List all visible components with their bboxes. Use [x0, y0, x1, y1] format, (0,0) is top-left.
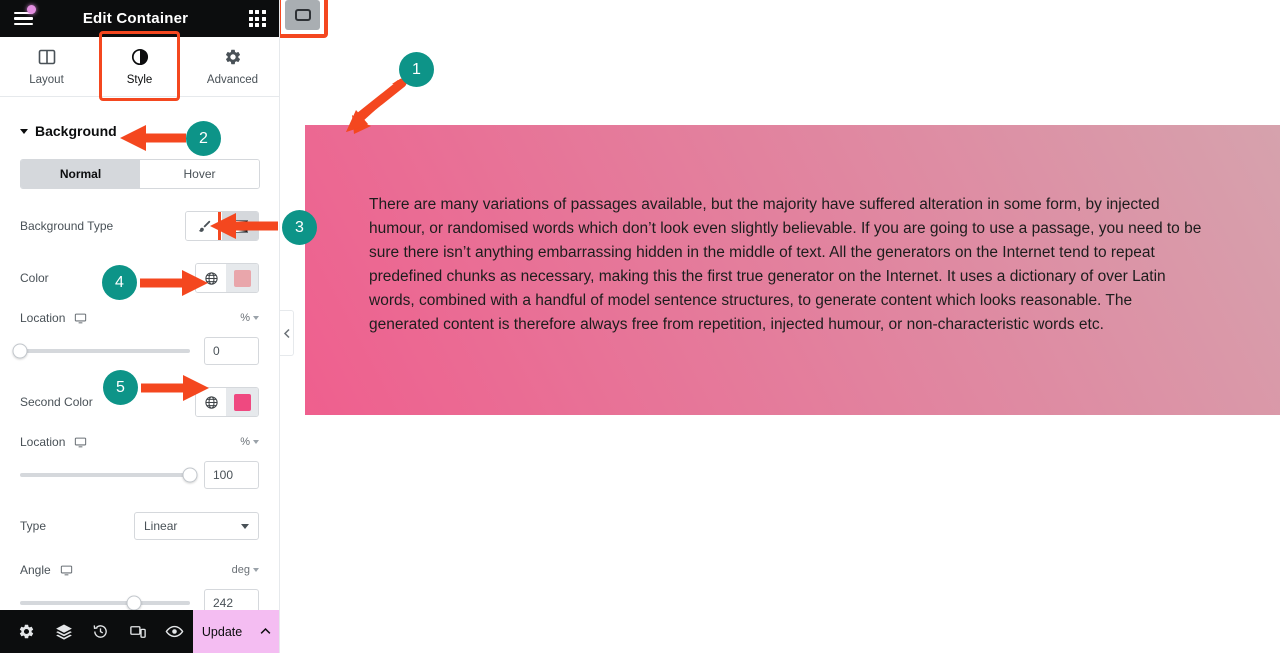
color-location-row: Location % — [20, 303, 259, 333]
angle-unit-label: deg — [231, 564, 250, 576]
annotation-badge-4: 4 — [102, 265, 137, 300]
monitor-icon[interactable] — [60, 564, 73, 577]
color-location-slider-row — [12, 337, 259, 365]
second-location-text: Location — [20, 435, 66, 449]
second-location-slider[interactable] — [20, 467, 198, 483]
background-type-label: Background Type — [20, 219, 114, 233]
panel-collapse-handle[interactable] — [280, 310, 294, 356]
panel-footer: Update — [0, 610, 279, 653]
container-handle-button[interactable] — [280, 0, 328, 38]
panel-body: Background Normal Hover Background Type — [0, 97, 279, 610]
chevron-down-icon — [241, 523, 249, 529]
annotation-badge-3: 3 — [282, 210, 317, 245]
color-location-input[interactable] — [204, 337, 259, 365]
second-location-row: Location % — [20, 427, 259, 457]
annotation-badge-2: 2 — [186, 121, 221, 156]
tab-advanced-label: Advanced — [206, 73, 259, 86]
page-title: Edit Container — [82, 10, 189, 27]
annotation-badge-5: 5 — [103, 370, 138, 405]
chevron-down-icon — [253, 440, 259, 444]
angle-text: Angle — [20, 563, 51, 577]
tab-advanced[interactable]: Advanced — [186, 37, 279, 96]
annotation-arrow-1 — [346, 78, 407, 134]
update-button[interactable]: Update — [193, 610, 252, 653]
elementor-editor: Edit Container Layout Style Advanced Bac… — [0, 0, 1280, 653]
chevron-down-icon — [253, 316, 259, 320]
chevron-left-icon — [283, 328, 290, 338]
editor-canvas: There are many variations of passages av… — [280, 0, 1280, 653]
panel-header: Edit Container — [0, 0, 279, 37]
annotation-arrow-3 — [210, 213, 278, 239]
tab-style[interactable]: Style — [93, 31, 186, 101]
layout-columns-icon — [37, 48, 56, 67]
second-location-label: Location — [20, 435, 87, 449]
color-label: Color — [20, 271, 49, 285]
angle-unit[interactable]: deg — [232, 564, 259, 576]
second-location-input[interactable] — [204, 461, 259, 489]
annotation-arrow-2 — [120, 125, 186, 151]
state-tabs: Normal Hover — [20, 159, 260, 189]
gradient-type-select[interactable]: Linear — [134, 512, 259, 540]
angle-label: Angle — [20, 563, 73, 577]
container-icon — [294, 9, 311, 21]
footer-icon-group — [0, 610, 193, 653]
annotation-arrow-5 — [141, 375, 209, 401]
notification-dot-icon — [27, 5, 36, 14]
state-tab-hover[interactable]: Hover — [140, 160, 259, 188]
color-location-slider[interactable] — [12, 343, 190, 359]
slider-knob[interactable] — [12, 343, 28, 359]
second-location-slider-row — [20, 461, 259, 489]
gradient-type-row: Type Linear — [20, 511, 259, 541]
angle-input[interactable] — [204, 589, 259, 610]
color-swatch[interactable] — [227, 264, 258, 292]
background-section-label: Background — [35, 123, 117, 139]
second-location-unit-label: % — [240, 436, 250, 448]
monitor-icon[interactable] — [74, 312, 87, 325]
gradient-type-label: Type — [20, 519, 47, 533]
color-location-unit[interactable]: % — [240, 312, 259, 324]
gradient-type-value: Linear — [144, 519, 178, 533]
container-element[interactable]: There are many variations of passages av… — [305, 125, 1280, 415]
second-color-swatch[interactable] — [227, 388, 258, 416]
hamburger-icon[interactable] — [0, 0, 46, 37]
slider-knob[interactable] — [126, 595, 142, 610]
tab-layout-label: Layout — [29, 73, 64, 86]
panel-tabs: Layout Style Advanced — [0, 31, 279, 101]
tab-style-label: Style — [126, 73, 153, 86]
monitor-icon[interactable] — [74, 436, 87, 449]
history-icon[interactable] — [82, 610, 119, 653]
chevron-up-icon[interactable] — [251, 610, 279, 653]
gear-icon — [223, 48, 242, 67]
second-location-unit[interactable]: % — [240, 436, 259, 448]
color-location-unit-label: % — [240, 312, 250, 324]
caret-down-icon — [20, 128, 28, 134]
second-color-label: Second Color — [20, 395, 93, 409]
grid-apps-icon[interactable] — [235, 0, 279, 37]
angle-row: Angle deg — [20, 555, 259, 585]
color-location-text: Location — [20, 311, 66, 325]
layers-navigator-icon[interactable] — [45, 610, 82, 653]
contrast-circle-icon — [130, 48, 149, 67]
tab-layout[interactable]: Layout — [0, 37, 93, 96]
angle-slider[interactable] — [20, 595, 190, 610]
state-tab-normal[interactable]: Normal — [21, 160, 140, 188]
slider-knob[interactable] — [182, 467, 198, 483]
preview-eye-icon[interactable] — [156, 610, 193, 653]
responsive-mode-icon[interactable] — [119, 610, 156, 653]
chevron-down-icon — [253, 568, 259, 572]
container-paragraph: There are many variations of passages av… — [369, 196, 1202, 333]
annotation-badge-1: 1 — [399, 52, 434, 87]
settings-gear-icon[interactable] — [8, 610, 45, 653]
angle-slider-row — [20, 589, 259, 610]
color-location-label: Location — [20, 311, 87, 325]
annotation-arrow-4 — [140, 270, 208, 296]
editor-panel: Edit Container Layout Style Advanced Bac… — [0, 0, 294, 653]
